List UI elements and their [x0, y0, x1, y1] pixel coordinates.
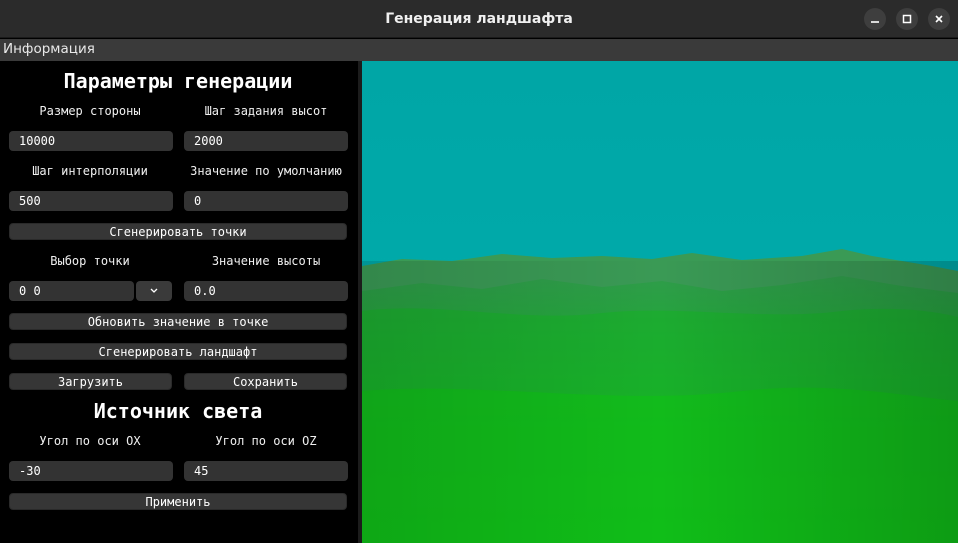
- save-button[interactable]: Сохранить: [184, 373, 347, 390]
- maximize-icon[interactable]: [896, 8, 918, 30]
- angle-oz-label: Угол по оси OZ: [215, 434, 317, 448]
- terrain-shading: [362, 261, 958, 543]
- load-button[interactable]: Загрузить: [9, 373, 172, 390]
- minimize-icon[interactable]: [864, 8, 886, 30]
- landscape-render: [362, 61, 958, 543]
- height-step-input[interactable]: 2000: [184, 131, 348, 151]
- light-heading: Источник света: [93, 399, 263, 423]
- update-point-button[interactable]: Обновить значение в точке: [9, 313, 347, 330]
- height-value-input[interactable]: 0.0: [184, 281, 348, 301]
- angle-ox-input[interactable]: -30: [9, 461, 173, 481]
- menu-bar: Информация: [0, 39, 958, 61]
- side-size-input[interactable]: 10000: [9, 131, 173, 151]
- interp-step-label: Шаг интерполяции: [32, 164, 148, 178]
- window-controls: [864, 8, 950, 30]
- height-value-label: Значение высоты: [211, 254, 321, 268]
- point-select-combo[interactable]: 0 0: [9, 281, 134, 301]
- default-value-input[interactable]: 0: [184, 191, 348, 211]
- menu-info[interactable]: Информация: [3, 41, 95, 57]
- angle-ox-label: Угол по оси OX: [39, 434, 141, 448]
- close-icon[interactable]: [928, 8, 950, 30]
- window-titlebar: Генерация ландшафта: [0, 0, 958, 38]
- landscape-viewport[interactable]: [362, 61, 958, 543]
- angle-oz-input[interactable]: 45: [184, 461, 348, 481]
- side-size-label: Размер стороны: [39, 104, 141, 118]
- point-select-label: Выбор точки: [50, 254, 130, 268]
- height-step-label: Шаг задания высот: [204, 104, 328, 118]
- interp-step-input[interactable]: 500: [9, 191, 173, 211]
- generate-points-button[interactable]: Сгенерировать точки: [9, 223, 347, 240]
- generation-heading: Параметры генерации: [63, 69, 293, 93]
- generate-landscape-button[interactable]: Сгенерировать ландшафт: [9, 343, 347, 360]
- default-value-label: Значение по умолчанию: [190, 164, 342, 178]
- chevron-down-icon[interactable]: [136, 281, 172, 301]
- apply-button[interactable]: Применить: [9, 493, 347, 510]
- window-title: Генерация ландшафта: [385, 10, 573, 27]
